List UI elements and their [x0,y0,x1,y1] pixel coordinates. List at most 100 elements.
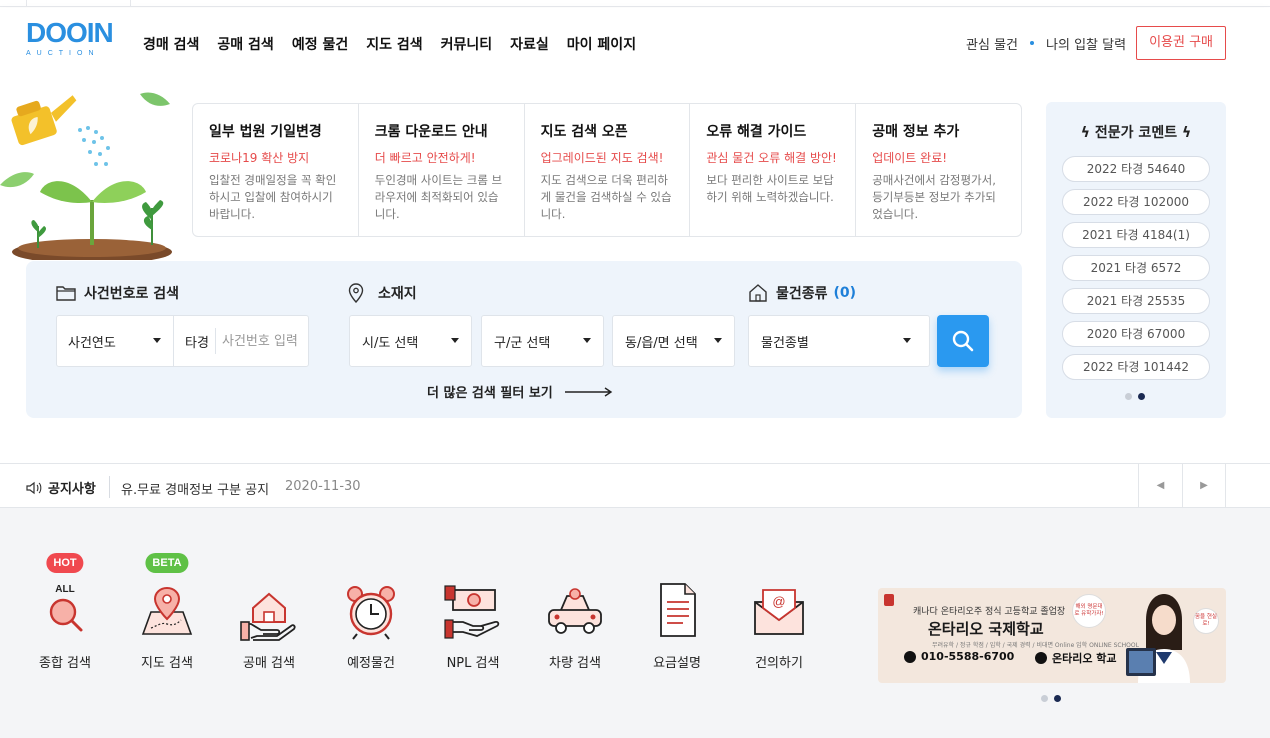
notice-card-subtitle: 업그레이드된 지도 검색! [540,151,664,165]
service-npl-search[interactable]: NPL 검색 [428,556,518,671]
bid-calendar-link[interactable]: 나의 입찰 달력 [1046,34,1126,53]
notice-prev-button[interactable]: ◀ [1138,464,1182,507]
speaker-icon [26,481,42,494]
logo-subtext: AUCTION [26,50,100,57]
caret-down-icon [714,338,722,343]
pager-dot[interactable] [1041,695,1048,702]
phone-icon [904,650,916,663]
service-public-sale[interactable]: 공매 검색 [224,556,314,671]
logo-text: DOOIN [26,17,114,48]
notice-card[interactable]: 크롬 다운로드 안내 더 빠르고 안전하게! 두인경매 사이트는 크롬 브라우저… [359,104,525,236]
service-suggestion[interactable]: @ 건의하기 [734,556,824,671]
gugun-select[interactable]: 구/군 선택 [481,315,604,367]
expert-comment-item[interactable]: 2021 타경 6572 [1062,255,1210,281]
pager-dot[interactable] [1125,393,1132,400]
notice-card[interactable]: 오류 해결 가이드 관심 물건 오류 해결 방안! 보다 편리한 사이트로 보답… [690,104,857,236]
sido-select[interactable]: 시/도 선택 [349,315,472,367]
notice-card-subtitle: 관심 물건 오류 해결 방안! [706,151,837,165]
document-icon [660,583,696,637]
search-panel: 사건번호로 검색 소재지 물건종류 (0) 사건연도 타경 시/도 선택 구/군… [26,261,1022,418]
expert-pager-dots [1125,393,1145,400]
banner-bubble: 해외 명문대로 유학가자! [1072,594,1106,628]
notice-bar: 공지사항 유.무료 경매정보 구분 공지 2020-11-30 ◀ ▶ [0,463,1270,508]
dong-select[interactable]: 동/읍/면 선택 [612,315,735,367]
notice-card-desc: 보다 편리한 사이트로 보답하기 위해 노력하겠습니다. [706,173,834,204]
more-filters-link[interactable]: 더 많은 검색 필터 보기 [427,382,613,401]
more-filters-text: 더 많은 검색 필터 보기 [427,386,553,401]
notice-card[interactable]: 지도 검색 오픈 업그레이드된 지도 검색! 지도 검색으로 더욱 편리하게 물… [525,104,691,236]
service-total-search[interactable]: HOT ALL 종합 검색 [20,553,110,671]
notice-card-desc: 두인경매 사이트는 크롬 브라우저에 최적화되어 있습니다. [374,173,503,221]
expert-comment-item[interactable]: 2021 타경 4184(1) [1062,222,1210,248]
notice-card-title: 지도 검색 오픈 [540,124,628,140]
nav-public-sale-search[interactable]: 공매 검색 [217,34,273,54]
main-nav: 경매 검색 공매 검색 예정 물건 지도 검색 커뮤니티 자료실 마이 페이지 [143,34,654,54]
service-name: 예정물건 [347,656,395,671]
notice-card-subtitle: 업데이트 완료! [872,151,948,165]
case-year-select[interactable]: 사건연도 [57,316,174,366]
service-vehicle-search[interactable]: 차량 검색 [530,556,620,671]
bolt-icon: ϟ [1080,125,1091,141]
expert-comment-item[interactable]: 2021 타경 25535 [1062,288,1210,314]
site-logo[interactable]: DOOIN AUCTION [26,17,114,68]
banner-phone-text: 010-5588-6700 [921,650,1015,663]
notice-card[interactable]: 공매 정보 추가 업데이트 완료! 공매사건에서 감정평가서, 등기부등본 정보… [856,104,1021,236]
car-icon [548,588,602,634]
interest-items-link[interactable]: 관심 물건 [966,34,1018,53]
expert-comment-panel: ϟ 전문가 코멘트 ϟ 2022 타경 54640 2022 타경 102000… [1046,102,1226,418]
ad-banner[interactable]: 캐나다 온타리오주 정식 고등학교 졸업장 온타리오 국제학교 무려유학 / 정… [878,588,1226,683]
nav-my-page[interactable]: 마이 페이지 [567,34,636,54]
chevron-right-icon: ▶ [1200,480,1208,491]
expert-comment-item[interactable]: 2020 타경 67000 [1062,321,1210,347]
service-map-search[interactable]: BETA 지도 검색 [122,553,212,671]
case-number-input[interactable] [222,328,302,354]
notice-card[interactable]: 일부 법원 기일변경 코로나19 확산 방지 입찰전 경매일정을 꼭 확인하시고… [193,104,359,236]
buy-pass-button[interactable]: 이용권 구매 [1136,26,1226,60]
banner-channel: 온타리오 학교 [1035,650,1117,666]
nav-upcoming-items[interactable]: 예정 물건 [292,34,348,54]
notice-card-desc: 입찰전 경매일정을 꼭 확인하시고 입찰에 참여하시기 바랍니다. [209,173,337,221]
nav-map-search[interactable]: 지도 검색 [366,34,422,54]
case-year-value: 사건연도 [68,336,116,351]
service-pricing[interactable]: 요금설명 [632,556,722,671]
notice-label-text: 공지사항 [48,482,96,497]
search-icon [952,330,974,352]
service-upcoming[interactable]: 예정물건 [326,556,416,671]
top-strip-divider [26,0,27,7]
service-name: 공매 검색 [243,656,295,671]
banner-bubble: 꿈을 현실로! [1193,608,1219,634]
property-type-select[interactable]: 물건종별 [748,315,930,367]
banner-bubble-text: 꿈을 현실로! [1195,614,1217,627]
notice-link[interactable]: 유.무료 경매정보 구분 공지 [121,479,269,498]
notice-card-subtitle: 코로나19 확산 방지 [209,151,310,165]
notice-card-subtitle: 더 빠르고 안전하게! [374,151,476,165]
expert-comment-item[interactable]: 2022 타경 54640 [1062,156,1210,182]
caret-down-icon [451,338,459,343]
type-label-text: 물건종류 [776,286,828,302]
notice-card-desc: 공매사건에서 감정평가서, 등기부등본 정보가 추가되었습니다. [872,173,996,221]
expert-comment-title-text: 전문가 코멘트 [1094,125,1178,141]
home-icon [749,284,767,302]
service-name: 지도 검색 [141,656,193,671]
service-name: 건의하기 [755,656,803,671]
service-name: NPL 검색 [446,656,500,671]
search-button[interactable] [937,315,989,367]
location-pin-icon [348,283,364,303]
notice-next-button[interactable]: ▶ [1182,464,1226,507]
service-name: 요금설명 [653,656,701,671]
pager-dot-active[interactable] [1138,393,1145,400]
nav-community[interactable]: 커뮤니티 [441,34,493,54]
nav-auction-search[interactable]: 경매 검색 [143,34,199,54]
pager-dot-active[interactable] [1054,695,1061,702]
notice-card-title: 공매 정보 추가 [872,124,960,140]
banner-title: 온타리오 국제학교 [928,620,1044,638]
beta-badge: BETA [145,553,189,573]
caret-down-icon [153,338,161,343]
banner-pager-dots [1041,695,1061,702]
divider [215,328,216,354]
expert-comment-item[interactable]: 2022 타경 101442 [1062,354,1210,380]
school-emblem-icon [884,594,894,606]
expert-comment-item[interactable]: 2022 타경 102000 [1062,189,1210,215]
nav-library[interactable]: 자료실 [510,34,549,54]
top-strip-divider [130,0,131,7]
